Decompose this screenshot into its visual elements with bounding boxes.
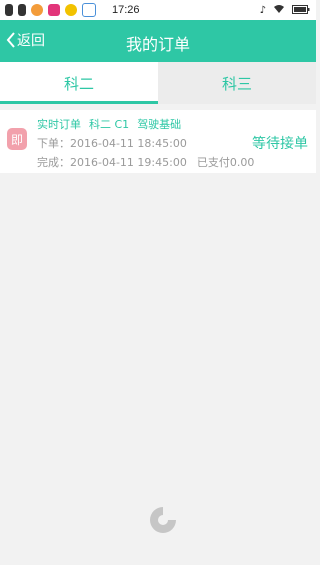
watermark-logo xyxy=(148,505,178,535)
tab-ke-san[interactable]: 科三 xyxy=(158,62,316,104)
battery-icon xyxy=(292,4,310,17)
status-bar: 17:26 ♪ xyxy=(0,0,316,20)
video-icon xyxy=(48,4,60,16)
file-icon xyxy=(82,3,96,17)
order-category: 驾驶基础 xyxy=(137,118,182,131)
order-tags: 实时订单 科二 C1 驾驶基础 xyxy=(37,116,181,132)
page-title: 我的订单 xyxy=(125,35,190,54)
order-type: 实时订单 xyxy=(37,118,81,131)
paid-amount: 已支付0.00 xyxy=(196,156,255,169)
wifi-icon xyxy=(273,4,285,17)
order-time-row: 下单：2016-04-11 18:45:00 xyxy=(37,135,187,151)
instant-badge: 即 xyxy=(7,128,27,150)
sim2-icon xyxy=(18,4,26,16)
watermark-icon xyxy=(150,507,176,533)
clock: 17:26 xyxy=(112,4,140,16)
tab-bar: 科二 科三 xyxy=(0,62,316,104)
order-status: 等待接单 xyxy=(252,136,308,152)
order-subject: 科二 C1 xyxy=(89,118,130,131)
sim-icon xyxy=(5,4,13,16)
mute-icon: ♪ xyxy=(259,4,266,16)
complete-time: 完成：2016-04-11 19:45:00 xyxy=(37,156,187,169)
app-bar: 返回 我的订单 xyxy=(0,20,316,62)
tab-ke-er[interactable]: 科二 xyxy=(0,62,158,104)
order-item[interactable]: 即 实时订单 科二 C1 驾驶基础 下单：2016-04-11 18:45:00… xyxy=(0,110,316,173)
complete-time-row: 完成：2016-04-11 19:45:00 已支付0.00 xyxy=(37,154,254,170)
app-notification-icon xyxy=(31,4,43,16)
order-time: 下单：2016-04-11 18:45:00 xyxy=(37,137,187,150)
camera-icon xyxy=(65,4,77,16)
